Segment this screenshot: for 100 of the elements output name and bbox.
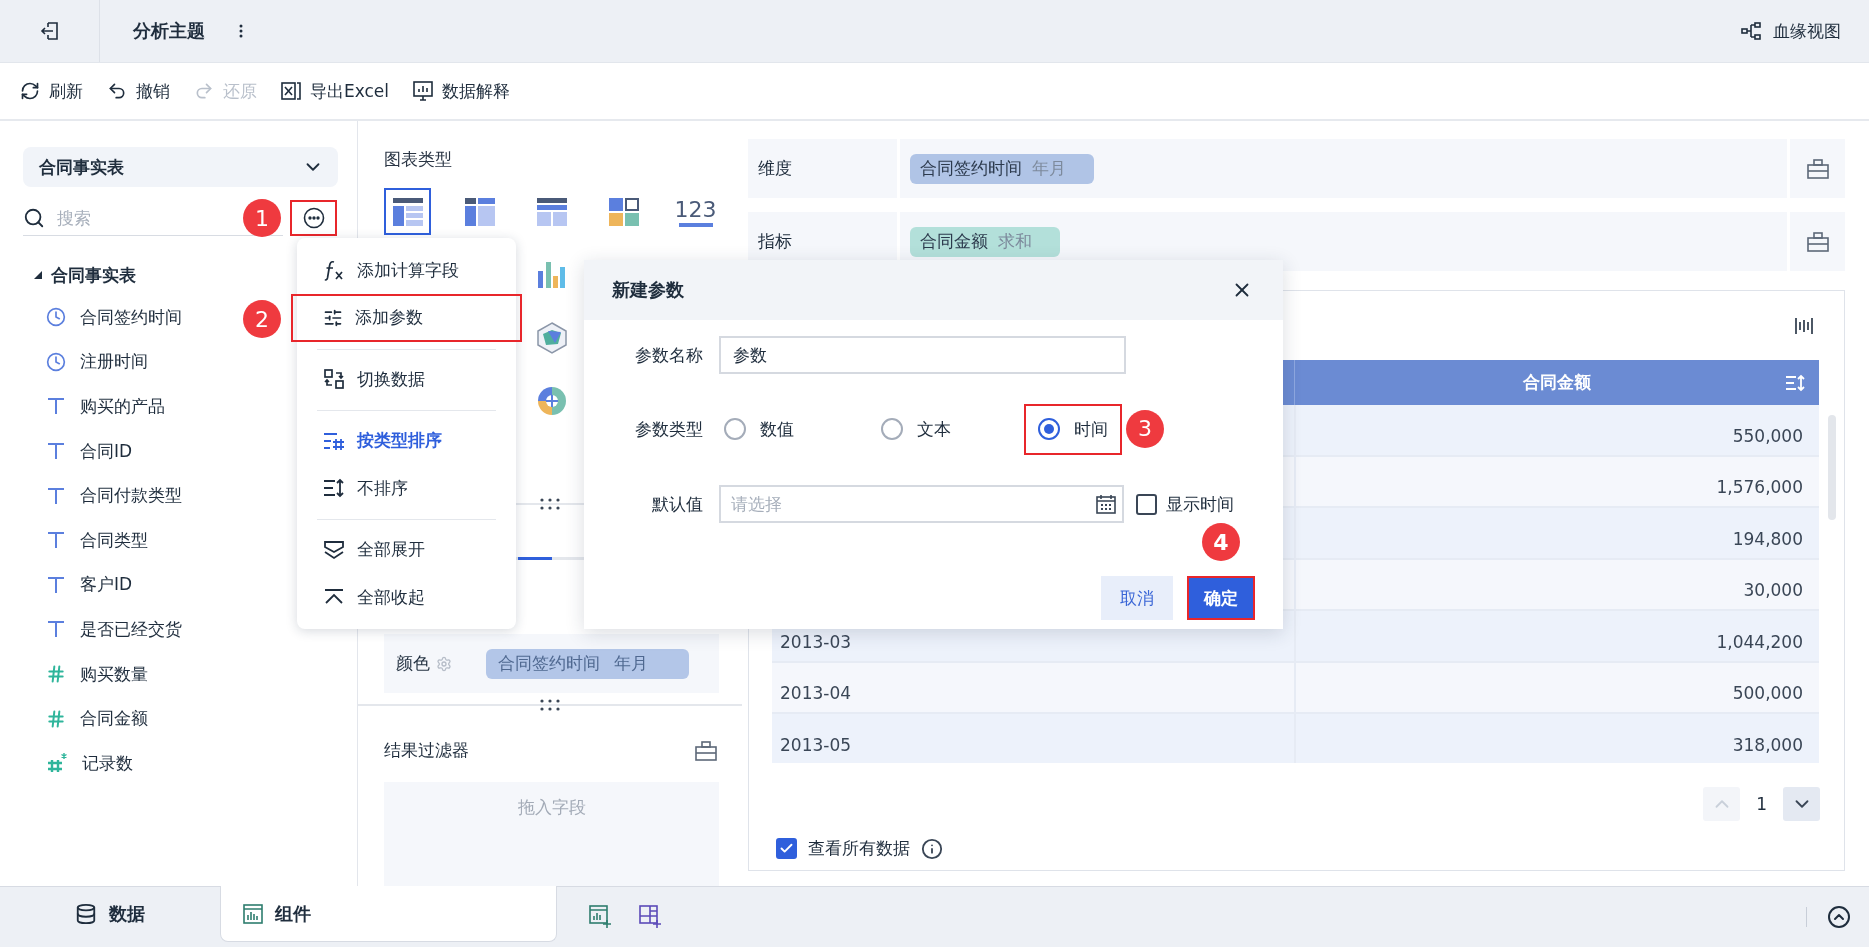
cancel-button[interactable]: 取消 — [1101, 576, 1173, 620]
field-item[interactable]: 客户ID — [80, 573, 133, 597]
function-icon — [323, 259, 345, 281]
hash-icon — [46, 708, 66, 729]
field-item[interactable]: 注册时间 — [80, 350, 148, 374]
text-type-icon — [46, 485, 66, 506]
field-item[interactable]: 购买的产品 — [80, 395, 165, 418]
table-cell: 1,576,000 — [1294, 456, 1819, 506]
expand-all-icon — [323, 539, 345, 560]
shelf-label: 指标 — [758, 230, 792, 253]
form-label: 默认值 — [651, 492, 703, 516]
more-options-button[interactable] — [290, 200, 337, 236]
radio-button[interactable] — [724, 418, 746, 440]
field-item[interactable]: 合同类型 — [80, 528, 148, 552]
radio-option[interactable]: 文本 — [867, 403, 965, 455]
field-item[interactable]: 购买数量 — [80, 662, 148, 686]
text-type-icon — [46, 530, 66, 551]
step-badge: 3 — [1126, 409, 1164, 448]
checkbox[interactable] — [776, 838, 797, 859]
table-cell: 318,000 — [1294, 714, 1819, 763]
menu-item[interactable]: 按类型排序 — [297, 417, 516, 465]
menu-item[interactable]: 添加计算字段 — [297, 246, 516, 294]
field-item[interactable]: 是否已经交货 — [80, 617, 182, 641]
sliders-icon — [323, 307, 343, 328]
circle-chevron-up-icon — [1827, 905, 1851, 929]
chart-report-icon — [413, 81, 434, 101]
collapse-triangle-icon[interactable] — [33, 270, 43, 280]
toolbar-button[interactable]: 刷新 — [8, 71, 95, 111]
clock-icon — [46, 307, 66, 328]
bottom-tab[interactable]: 数据 — [0, 886, 220, 942]
search-input[interactable]: 搜索 — [55, 206, 185, 229]
hash-icon — [46, 664, 66, 685]
radar-chart-icon — [536, 321, 567, 354]
radio-button[interactable] — [1038, 418, 1060, 440]
sort-icon[interactable] — [1785, 373, 1805, 392]
field-chip[interactable]: 合同金额 求和 — [910, 226, 1060, 257]
sort-by-type-icon — [323, 430, 345, 451]
clock-icon — [46, 351, 66, 372]
table-cell-text: 2013-04 — [779, 682, 853, 705]
field-chip[interactable]: 合同签约时间 年月 — [910, 153, 1094, 184]
field-item[interactable]: 合同金额 — [80, 707, 148, 731]
radio-button[interactable] — [881, 418, 903, 440]
field-chip: 合同签约时间 年月 — [486, 648, 689, 679]
menu-item[interactable]: 全部展开 — [297, 526, 516, 574]
pie-chart-icon — [536, 385, 567, 416]
step-badge: 4 — [1202, 523, 1240, 561]
tiles-icon — [608, 197, 639, 226]
grid-plus-icon — [639, 905, 663, 929]
lineage-view-link[interactable]: 血缘视图 — [1741, 19, 1841, 43]
menu-item[interactable]: 不排序 — [297, 464, 516, 512]
scrollbar[interactable] — [1828, 415, 1836, 520]
toolbar-button[interactable]: 撤销 — [95, 71, 182, 111]
text-type-icon — [46, 396, 66, 417]
dataset-select[interactable]: 合同事实表 — [23, 147, 338, 187]
name-input[interactable]: 参数 — [719, 336, 1126, 374]
text-type-icon — [46, 574, 66, 595]
menu-item[interactable]: 全部收起 — [297, 573, 516, 621]
drop-hint: 拖入字段 — [517, 795, 586, 819]
toolbar-button[interactable]: 数据解释 — [401, 71, 523, 111]
database-icon — [75, 903, 97, 925]
bars-icon[interactable] — [1794, 316, 1814, 335]
checkbox-label: 查看所有数据 — [808, 837, 910, 860]
field-item[interactable]: 记录数 — [82, 751, 133, 775]
search-icon — [23, 206, 45, 229]
table-cell: 194,800 — [1294, 508, 1819, 558]
ellipsis-circle-icon — [302, 207, 325, 229]
tab-indicator — [518, 556, 552, 560]
menu-item[interactable]: 切换数据 — [297, 355, 516, 403]
drag-handle-icon[interactable] — [539, 496, 561, 511]
hash-star-icon — [46, 752, 68, 775]
cross-table-icon — [464, 197, 495, 226]
field-item[interactable]: 合同ID — [80, 439, 133, 463]
table-cell: 1,044,200 — [1294, 611, 1819, 661]
step-badge: 2 — [243, 300, 281, 338]
toolbox-icon[interactable] — [1806, 231, 1829, 252]
field-item[interactable]: 合同付款类型 — [80, 484, 182, 508]
lineage-icon — [1741, 22, 1761, 40]
chart-widget-icon — [243, 903, 263, 924]
page-number: 1 — [1756, 794, 1767, 814]
table-cell-text: 2013-03 — [779, 630, 853, 654]
toolbox-icon[interactable] — [1806, 158, 1829, 179]
table-cell: 500,000 — [1294, 662, 1819, 712]
undo-icon — [107, 81, 127, 101]
exit-icon — [39, 21, 60, 41]
checkbox[interactable] — [1136, 493, 1157, 515]
toolbox-icon[interactable] — [695, 740, 717, 761]
check-icon — [779, 841, 794, 856]
date-input[interactable]: 请选择 — [731, 494, 931, 514]
next-page-button[interactable] — [1783, 787, 1820, 821]
bottom-tab[interactable]: 组件 — [220, 886, 557, 942]
field-item[interactable]: 合同签约时间 — [80, 305, 182, 329]
toolbar-button[interactable]: 导出Excel — [269, 71, 402, 111]
date-picker-field[interactable]: 请选择 — [719, 485, 1124, 523]
info-icon[interactable] — [921, 837, 943, 860]
step-badge: 1 — [243, 199, 281, 237]
page-title: 分析主题 — [132, 19, 205, 43]
drag-handle-icon[interactable] — [539, 698, 561, 713]
chart-type-button[interactable] — [384, 188, 431, 235]
radio-option[interactable]: 数值 — [710, 403, 808, 455]
table-cell-text: 2013-05 — [779, 733, 853, 757]
